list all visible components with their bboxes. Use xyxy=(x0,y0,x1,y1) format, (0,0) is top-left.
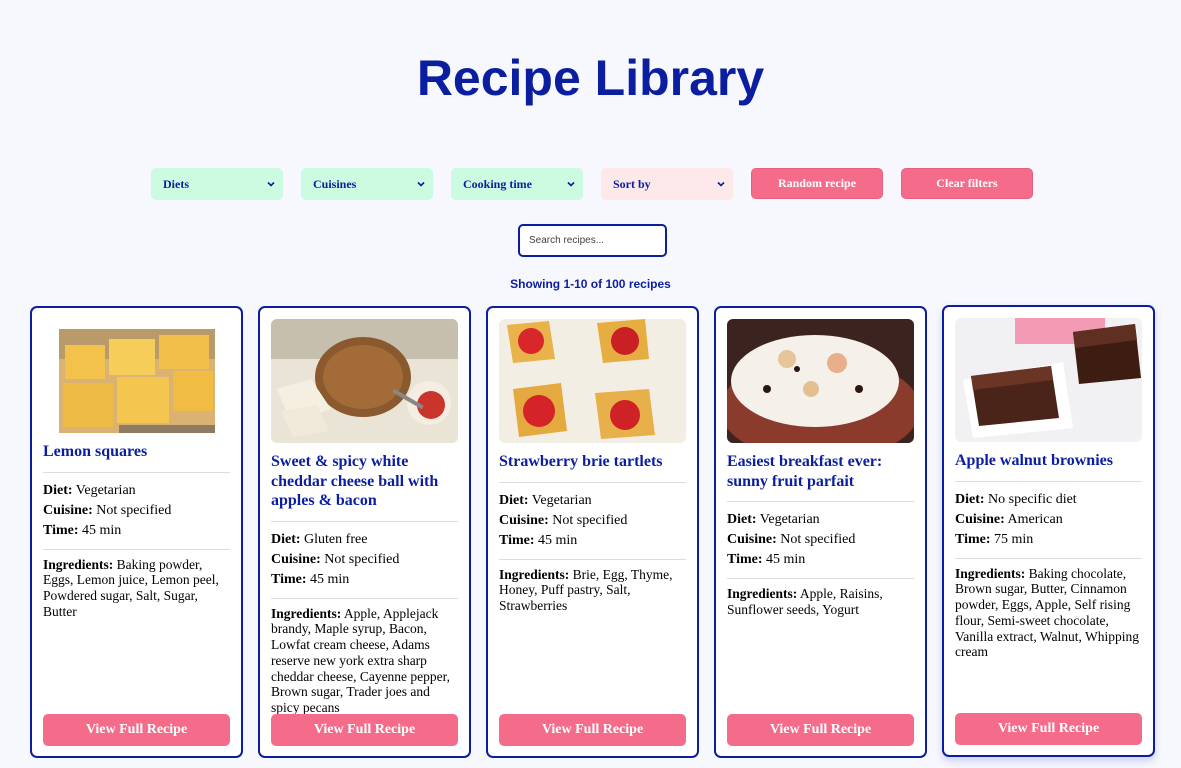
recipe-card: Sweet & spicy white cheddar cheese ball … xyxy=(258,306,471,758)
cuisine-label: Cuisine: xyxy=(271,551,321,567)
recipe-title: Sweet & spicy white cheddar cheese ball … xyxy=(271,452,458,522)
diets-select-label: Diets xyxy=(163,176,189,191)
ingredients-label: Ingredients: xyxy=(271,605,342,621)
recipe-meta: Diet: No specific diet Cuisine: American… xyxy=(955,482,1142,559)
view-full-recipe-button[interactable]: View Full Recipe xyxy=(271,714,458,746)
time-label: Time: xyxy=(499,532,535,548)
diet-value: Vegetarian xyxy=(759,512,820,527)
cooking-time-select-label: Cooking time xyxy=(463,176,532,191)
cuisine-value: Not specified xyxy=(552,512,628,528)
results-count: Showing 1-10 of 100 recipes xyxy=(510,277,671,291)
cuisine-value: Not specified xyxy=(96,502,172,518)
ingredients-label: Ingredients: xyxy=(43,556,114,572)
recipe-title: Lemon squares xyxy=(43,442,230,473)
diet-value: Vegetarian xyxy=(531,492,592,508)
cuisine-value: Not specified xyxy=(324,551,400,567)
recipe-ingredients: Ingredients: Apple, Raisins, Sunflower s… xyxy=(727,579,914,618)
recipe-meta: Diet: Vegetarian Cuisine: Not specified … xyxy=(727,502,914,579)
cuisine-label: Cuisine: xyxy=(955,511,1005,527)
clear-filters-button[interactable]: Clear filters xyxy=(901,168,1033,199)
recipe-ingredients: Ingredients: Baking chocolate, Brown sug… xyxy=(955,559,1142,661)
recipe-ingredients: Ingredients: Brie, Egg, Thyme, Honey, Pu… xyxy=(499,560,686,614)
diets-select[interactable]: Diets xyxy=(151,168,283,200)
cuisine-label: Cuisine: xyxy=(499,512,549,528)
recipe-card: Lemon squares Diet: Vegetarian Cuisine: … xyxy=(30,306,243,758)
cuisines-select[interactable]: Cuisines xyxy=(301,168,433,200)
recipe-card: Easiest breakfast ever: sunny fruit parf… xyxy=(714,306,927,758)
view-full-recipe-button[interactable]: View Full Recipe xyxy=(955,713,1142,745)
recipe-card: Apple walnut brownies Diet: No specific … xyxy=(942,305,1155,757)
diet-label: Diet: xyxy=(499,492,529,508)
time-value: 45 min xyxy=(82,522,122,538)
ingredients-label: Ingredients: xyxy=(727,586,798,601)
page-title: Recipe Library xyxy=(416,50,765,106)
time-value: 45 min xyxy=(310,571,350,587)
view-full-recipe-button[interactable]: View Full Recipe xyxy=(499,714,686,746)
chevron-down-icon xyxy=(717,181,725,187)
recipe-image xyxy=(955,318,1142,442)
search-input[interactable]: Search recipes... xyxy=(518,224,667,257)
diet-value: No specific diet xyxy=(988,491,1077,507)
chevron-down-icon xyxy=(567,181,575,187)
diet-label: Diet: xyxy=(271,531,301,547)
time-label: Time: xyxy=(43,522,79,538)
diet-label: Diet: xyxy=(43,482,73,498)
recipe-title: Strawberry brie tartlets xyxy=(499,452,686,483)
cuisine-label: Cuisine: xyxy=(43,502,93,518)
recipe-meta: Diet: Vegetarian Cuisine: Not specified … xyxy=(43,473,230,550)
view-full-recipe-button[interactable]: View Full Recipe xyxy=(727,714,914,746)
ingredients-value: Apple, Applejack brandy, Maple syrup, Ba… xyxy=(271,605,450,716)
diet-value: Gluten free xyxy=(304,531,368,547)
time-label: Time: xyxy=(727,552,763,567)
sort-by-select[interactable]: Sort by xyxy=(601,168,733,200)
random-recipe-button[interactable]: Random recipe xyxy=(751,168,883,199)
recipe-image xyxy=(271,319,458,443)
ingredients-label: Ingredients: xyxy=(955,565,1026,581)
diet-label: Diet: xyxy=(955,491,985,507)
time-label: Time: xyxy=(271,571,307,587)
recipe-image xyxy=(58,329,215,433)
cuisine-value: American xyxy=(1007,511,1063,527)
sort-by-select-label: Sort by xyxy=(613,176,651,191)
cuisine-label: Cuisine: xyxy=(727,532,777,547)
filter-bar: Diets Cuisines Cooking time Sort by Rand… xyxy=(151,168,1033,200)
time-value: 45 min xyxy=(766,552,806,567)
recipe-image xyxy=(727,319,914,443)
view-full-recipe-button[interactable]: View Full Recipe xyxy=(43,714,230,746)
recipe-image xyxy=(499,319,686,443)
time-label: Time: xyxy=(955,531,991,547)
cuisines-select-label: Cuisines xyxy=(313,176,357,191)
time-value: 45 min xyxy=(538,532,578,548)
ingredients-label: Ingredients: xyxy=(499,566,570,582)
recipe-title: Apple walnut brownies xyxy=(955,451,1142,482)
recipe-title: Easiest breakfast ever: sunny fruit parf… xyxy=(727,452,914,502)
chevron-down-icon xyxy=(267,181,275,187)
diet-value: Vegetarian xyxy=(75,482,136,498)
cuisine-value: Not specified xyxy=(780,532,856,547)
recipe-card: Strawberry brie tartlets Diet: Vegetaria… xyxy=(486,306,699,758)
recipe-ingredients: Ingredients: Baking powder, Eggs, Lemon … xyxy=(43,550,230,620)
recipe-meta: Diet: Gluten free Cuisine: Not specified… xyxy=(271,522,458,599)
time-value: 75 min xyxy=(994,531,1034,547)
cooking-time-select[interactable]: Cooking time xyxy=(451,168,583,200)
recipe-meta: Diet: Vegetarian Cuisine: Not specified … xyxy=(499,483,686,560)
diet-label: Diet: xyxy=(727,512,757,527)
search-placeholder: Search recipes... xyxy=(529,235,605,246)
recipe-ingredients: Ingredients: Apple, Applejack brandy, Ma… xyxy=(271,599,458,717)
chevron-down-icon xyxy=(417,181,425,187)
